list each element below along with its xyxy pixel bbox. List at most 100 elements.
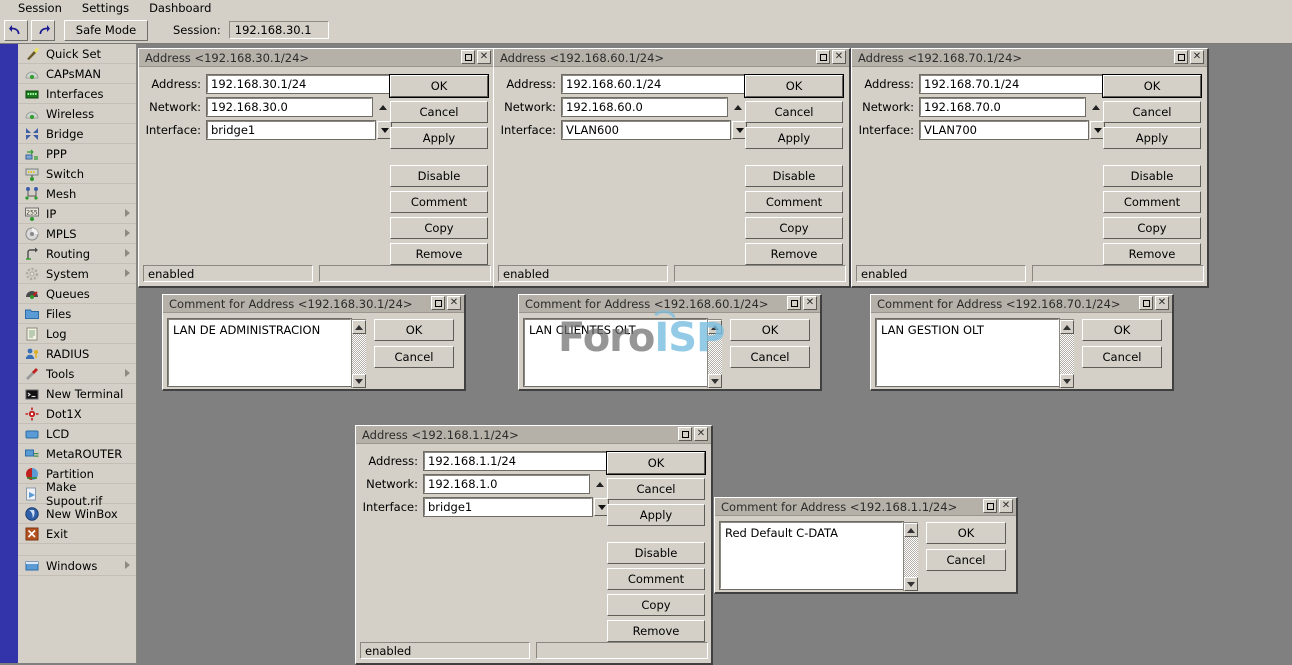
window-title-bar[interactable]: Address <192.168.70.1/24> ✕ <box>852 49 1207 67</box>
scroll-up-icon[interactable] <box>352 320 366 334</box>
sidebar-item-new-winbox[interactable]: New WinBox <box>18 504 136 524</box>
sidebar-item-interfaces[interactable]: Interfaces <box>18 84 136 104</box>
close-icon[interactable]: ✕ <box>999 499 1013 513</box>
window-title-bar[interactable]: Comment for Address <192.168.1.1/24> ✕ <box>715 498 1016 516</box>
scroll-down-icon[interactable] <box>708 374 722 388</box>
comment-button[interactable]: Comment <box>390 191 488 213</box>
network-spinner-up-icon[interactable] <box>1089 98 1102 116</box>
maximize-icon[interactable] <box>1174 50 1188 64</box>
apply-button[interactable]: Apply <box>390 127 488 149</box>
comment-scrollbar[interactable] <box>351 319 366 388</box>
network-spinner-up-icon[interactable] <box>593 475 606 493</box>
network-input[interactable]: 192.168.60.0 <box>562 98 727 116</box>
safe-mode-button[interactable]: Safe Mode <box>64 20 148 41</box>
close-icon[interactable]: ✕ <box>477 50 491 64</box>
address-input[interactable]: 192.168.70.1/24 <box>920 75 1108 93</box>
sidebar-item-switch[interactable]: Switch <box>18 164 136 184</box>
apply-button[interactable]: Apply <box>745 127 843 149</box>
remove-button[interactable]: Remove <box>1103 243 1201 265</box>
ok-button[interactable]: OK <box>1082 319 1162 341</box>
interface-input[interactable]: bridge1 <box>424 498 592 516</box>
maximize-icon[interactable] <box>787 296 801 310</box>
session-address-field[interactable]: 192.168.30.1 <box>229 21 329 39</box>
disable-button[interactable]: Disable <box>607 542 705 564</box>
sidebar-item-mpls[interactable]: MPLS <box>18 224 136 244</box>
scroll-up-icon[interactable] <box>1060 320 1074 334</box>
apply-button[interactable]: Apply <box>607 504 705 526</box>
sidebar-item-quick-set[interactable]: Quick Set <box>18 44 136 64</box>
disable-button[interactable]: Disable <box>1103 165 1201 187</box>
sidebar-item-system[interactable]: System <box>18 264 136 284</box>
sidebar-item-make-supout[interactable]: Make Supout.rif <box>18 484 136 504</box>
sidebar-item-dot1x[interactable]: Dot1X <box>18 404 136 424</box>
interface-input[interactable]: bridge1 <box>207 121 375 139</box>
sidebar-item-log[interactable]: Log <box>18 324 136 344</box>
cancel-button[interactable]: Cancel <box>1082 346 1162 368</box>
maximize-icon[interactable] <box>461 50 475 64</box>
window-title-bar[interactable]: Comment for Address <192.168.60.1/24> ✕ <box>519 295 820 313</box>
comment-textarea[interactable]: Red Default C-DATA <box>720 522 903 589</box>
menu-item-settings[interactable]: Settings <box>72 0 139 17</box>
comment-button[interactable]: Comment <box>1103 191 1201 213</box>
comment-button[interactable]: Comment <box>745 191 843 213</box>
close-icon[interactable]: ✕ <box>694 427 708 441</box>
maximize-icon[interactable] <box>816 50 830 64</box>
address-input[interactable]: 192.168.60.1/24 <box>562 75 750 93</box>
sidebar-item-radius[interactable]: RADIUS <box>18 344 136 364</box>
scroll-down-icon[interactable] <box>904 577 918 591</box>
sidebar-item-lcd[interactable]: LCD <box>18 424 136 444</box>
ok-button[interactable]: OK <box>607 452 705 474</box>
menu-item-session[interactable]: Session <box>8 0 72 17</box>
window-title-bar[interactable]: Address <192.168.1.1/24> ✕ <box>356 426 711 444</box>
sidebar-item-routing[interactable]: Routing <box>18 244 136 264</box>
ok-button[interactable]: OK <box>926 522 1006 544</box>
copy-button[interactable]: Copy <box>390 217 488 239</box>
window-title-bar[interactable]: Comment for Address <192.168.70.1/24> ✕ <box>871 295 1172 313</box>
disable-button[interactable]: Disable <box>745 165 843 187</box>
ok-button[interactable]: OK <box>390 75 488 97</box>
comment-textarea[interactable]: LAN DE ADMINISTRACION <box>168 319 351 386</box>
comment-textarea[interactable]: LAN GESTION OLT <box>876 319 1059 386</box>
comment-button[interactable]: Comment <box>607 568 705 590</box>
sidebar-item-capsman[interactable]: CAPsMAN <box>18 64 136 84</box>
remove-button[interactable]: Remove <box>745 243 843 265</box>
maximize-icon[interactable] <box>983 499 997 513</box>
disable-button[interactable]: Disable <box>390 165 488 187</box>
cancel-button[interactable]: Cancel <box>926 549 1006 571</box>
ok-button[interactable]: OK <box>745 75 843 97</box>
sidebar-item-tools[interactable]: Tools <box>18 364 136 384</box>
ok-button[interactable]: OK <box>374 319 454 341</box>
undo-arrow-icon[interactable] <box>4 20 28 41</box>
ok-button[interactable]: OK <box>730 319 810 341</box>
network-spinner-up-icon[interactable] <box>731 98 744 116</box>
scroll-up-icon[interactable] <box>708 320 722 334</box>
cancel-button[interactable]: Cancel <box>390 101 488 123</box>
scroll-down-icon[interactable] <box>1060 374 1074 388</box>
maximize-icon[interactable] <box>1139 296 1153 310</box>
window-title-bar[interactable]: Address <192.168.30.1/24> ✕ <box>139 49 494 67</box>
interface-input[interactable]: VLAN600 <box>562 121 730 139</box>
interface-input[interactable]: VLAN700 <box>920 121 1088 139</box>
sidebar-item-queues[interactable]: Queues <box>18 284 136 304</box>
cancel-button[interactable]: Cancel <box>1103 101 1201 123</box>
sidebar-item-bridge[interactable]: Bridge <box>18 124 136 144</box>
comment-scrollbar[interactable] <box>1059 319 1074 388</box>
sidebar-item-wireless[interactable]: Wireless <box>18 104 136 124</box>
scroll-down-icon[interactable] <box>352 374 366 388</box>
sidebar-item-mesh[interactable]: Mesh <box>18 184 136 204</box>
comment-scrollbar[interactable] <box>707 319 722 388</box>
sidebar-item-ip[interactable]: 255 IP <box>18 204 136 224</box>
cancel-button[interactable]: Cancel <box>730 346 810 368</box>
address-input[interactable]: 192.168.1.1/24 <box>424 452 612 470</box>
maximize-icon[interactable] <box>678 427 692 441</box>
remove-button[interactable]: Remove <box>390 243 488 265</box>
sidebar-item-windows[interactable]: Windows <box>18 556 136 576</box>
address-input[interactable]: 192.168.30.1/24 <box>207 75 395 93</box>
comment-scrollbar[interactable] <box>903 522 918 591</box>
network-input[interactable]: 192.168.30.0 <box>207 98 372 116</box>
window-title-bar[interactable]: Comment for Address <192.168.30.1/24> ✕ <box>163 295 464 313</box>
sidebar-item-files[interactable]: Files <box>18 304 136 324</box>
sidebar-item-exit[interactable]: Exit <box>18 524 136 544</box>
copy-button[interactable]: Copy <box>1103 217 1201 239</box>
sidebar-item-new-terminal[interactable]: New Terminal <box>18 384 136 404</box>
